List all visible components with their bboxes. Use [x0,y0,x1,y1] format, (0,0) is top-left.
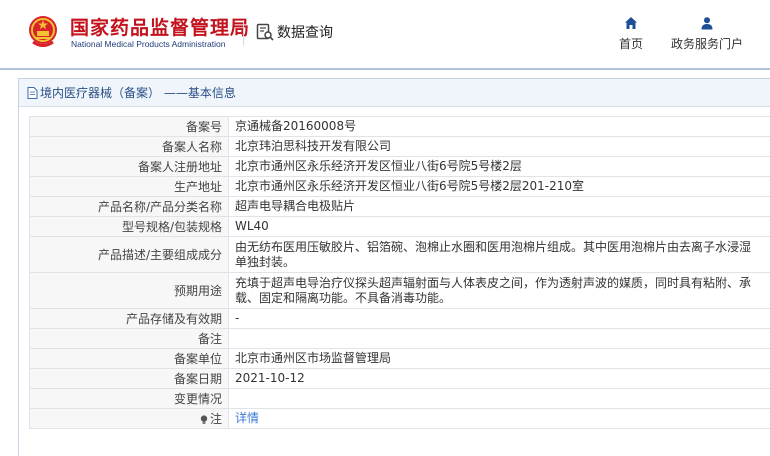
breadcrumb-text: 境内医疗器械（备案） ——基本信息 [40,86,236,100]
home-icon [625,17,637,29]
nav-gov-services-label: 政务服务门户 [670,37,743,51]
table-row: 预期用途 充填于超声电导治疗仪探头超声辐射面与人体表皮之间，作为透射声波的媒质，… [29,272,770,309]
details-link[interactable]: 详情 [235,411,259,425]
header-rule [0,68,770,70]
table-row: 产品名称/产品分类名称 超声电导耦合电极贴片 [29,196,770,217]
nav-gov-services[interactable]: 政务服务门户 [670,16,744,52]
site-header: 国家药品监督管理局 National Medical Products Admi… [0,0,770,68]
table-row: 产品描述/主要组成成分 由无纺布医用压敏胶片、铝箔碗、泡棉止水圈和医用泡棉片组成… [29,236,770,273]
field-value: WL40 [228,216,770,237]
field-label: 备案人名称 [29,136,229,157]
note-label-cell: 注 [29,408,229,429]
field-label: 备案人注册地址 [29,156,229,177]
field-label: 产品存储及有效期 [29,308,229,329]
field-label: 备案号 [29,116,229,137]
data-query-icon [256,23,274,41]
field-value [228,328,770,349]
field-value: 北京玮泊思科技开发有限公司 [228,136,770,157]
document-icon [27,86,38,99]
data-query-label: 数据查询 [277,25,333,41]
breadcrumb: 境内医疗器械（备案） ——基本信息 [19,79,770,107]
table-row: 备案号 京通械备20160008号 [29,116,770,137]
field-label: 注 [209,412,222,426]
table-row: 产品存储及有效期 - [29,308,770,329]
field-value: 京通械备20160008号 [228,116,770,137]
data-query-link[interactable]: 数据查询 [256,22,333,42]
user-icon [701,17,713,30]
field-label: 生产地址 [29,176,229,197]
table-row: 变更情况 [29,388,770,409]
field-value: - [228,308,770,329]
table-row: 备注 [29,328,770,349]
field-label: 产品名称/产品分类名称 [29,196,229,217]
table-row: 备案人名称 北京玮泊思科技开发有限公司 [29,136,770,157]
table-row: 备案单位 北京市通州区市场监督管理局 [29,348,770,369]
table-row: 注 详情 [29,408,770,429]
nav-home[interactable]: 首页 [617,16,645,52]
table-row: 备案日期 2021-10-12 [29,368,770,389]
record-panel: 境内医疗器械（备案） ——基本信息 备案号 京通械备20160008号 备案人名… [18,78,770,456]
field-label: 备案日期 [29,368,229,389]
table-row: 生产地址 北京市通州区永乐经济开发区恒业八街6号院5号楼2层201-210室 [29,176,770,197]
field-value: 由无纺布医用压敏胶片、铝箔碗、泡棉止水圈和医用泡棉片组成。其中医用泡棉片由去离子… [228,236,770,273]
field-value: 2021-10-12 [228,368,770,389]
field-label: 型号规格/包装规格 [29,216,229,237]
field-value: 充填于超声电导治疗仪探头超声辐射面与人体表皮之间，作为透射声波的媒质，同时具有粘… [228,272,770,309]
site-name-cn: 国家药品监督管理局 [70,17,251,39]
field-label: 变更情况 [29,388,229,409]
field-value: 详情 [228,408,770,429]
lightbulb-icon [200,414,208,424]
field-value: 超声电导耦合电极贴片 [228,196,770,217]
field-value: 北京市通州区市场监督管理局 [228,348,770,369]
field-value: 北京市通州区永乐经济开发区恒业八街6号院5号楼2层201-210室 [228,176,770,197]
field-label: 备注 [29,328,229,349]
field-value: 北京市通州区永乐经济开发区恒业八街6号院5号楼2层 [228,156,770,177]
table-row: 备案人注册地址 北京市通州区永乐经济开发区恒业八街6号院5号楼2层 [29,156,770,177]
field-label: 产品描述/主要组成成分 [29,236,229,273]
field-label: 预期用途 [29,272,229,309]
national-emblem-icon [29,16,57,47]
field-value [228,388,770,409]
record-table: 备案号 京通械备20160008号 备案人名称 北京玮泊思科技开发有限公司 备案… [29,116,770,429]
table-row: 型号规格/包装规格 WL40 [29,216,770,237]
field-label: 备案单位 [29,348,229,369]
site-name-en: National Medical Products Administration [71,39,226,49]
header-divider [243,20,244,46]
nav-home-label: 首页 [618,37,643,51]
